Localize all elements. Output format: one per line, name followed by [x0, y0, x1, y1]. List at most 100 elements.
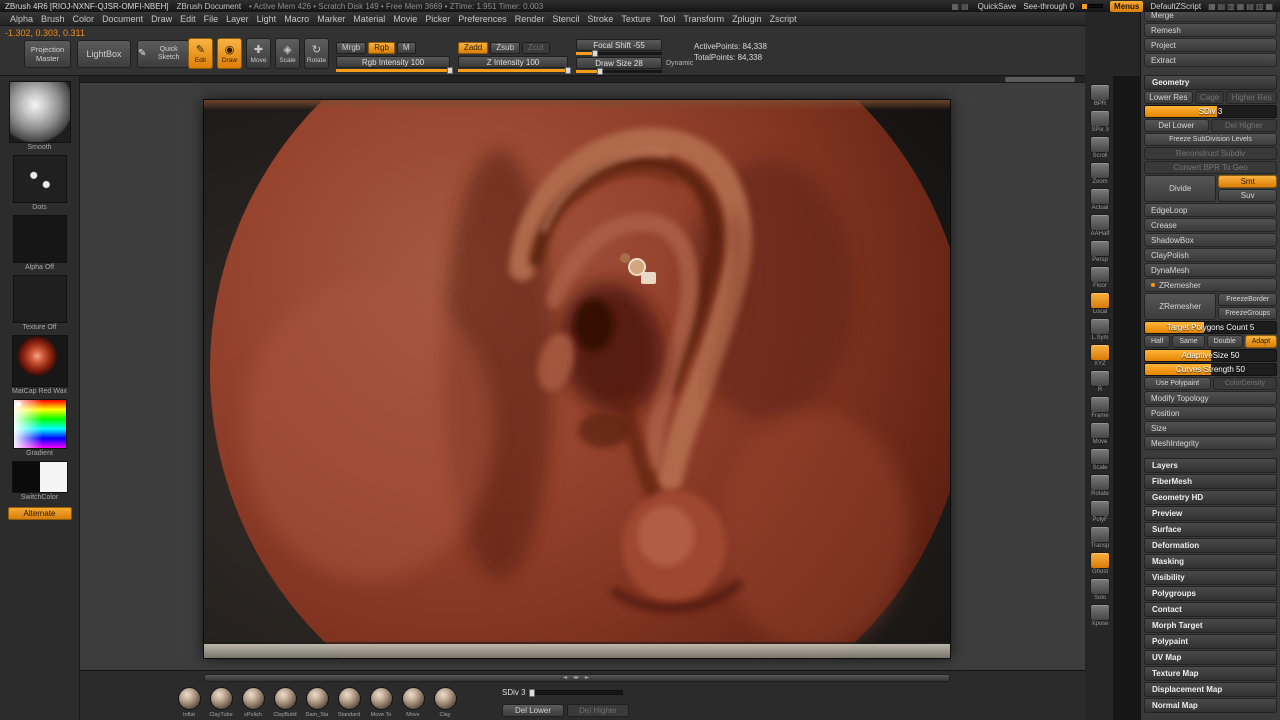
geometry-subgroup-header[interactable]: Size [1144, 421, 1277, 435]
menu-item[interactable]: Light [253, 14, 281, 24]
delete-level-button[interactable]: Del Higher [1210, 119, 1277, 132]
tool-subpalette-header[interactable]: UV Map [1144, 650, 1277, 665]
menu-item[interactable]: Movie [389, 14, 421, 24]
menu-item[interactable]: Zplugin [728, 14, 766, 24]
right-shelf-button[interactable]: Ghost [1090, 552, 1110, 576]
use-polypaint-toggle[interactable]: Use Polypaint [1144, 377, 1212, 390]
color-mode-button[interactable]: Rgb [368, 42, 395, 54]
freeze-border-toggle[interactable]: FreezeBorder [1218, 293, 1277, 306]
mode-button[interactable]: ↻ Rotate [304, 38, 329, 69]
geometry-subgroup-header[interactable]: ShadowBox [1144, 233, 1277, 247]
geometry-section-header[interactable]: Geometry [1144, 75, 1277, 90]
left-palette-item[interactable]: MatCap Red Wax [11, 335, 68, 395]
left-palette-item[interactable]: Dots [12, 155, 67, 211]
brush-shortcut[interactable]: ClayBuild [272, 687, 298, 718]
geometry-subgroup-header[interactable]: Crease [1144, 218, 1277, 232]
palette-thumbnail[interactable] [12, 215, 67, 263]
tool-subpalette-header[interactable]: Visibility [1144, 570, 1277, 585]
menu-item[interactable]: Render [511, 14, 549, 24]
tool-subpalette-header[interactable]: Normal Map [1144, 698, 1277, 713]
right-shelf-button[interactable]: PolyF [1090, 500, 1110, 524]
geometry-subgroup-header[interactable]: DynaMesh [1144, 263, 1277, 277]
sculpt-mode-button[interactable]: Zadd [458, 42, 489, 54]
adapt-button[interactable]: Half [1144, 335, 1171, 348]
menu-item[interactable]: Alpha [6, 14, 37, 24]
tool-subpalette-header[interactable]: Polygroups [1144, 586, 1277, 601]
focal-shift-handle[interactable] [591, 50, 598, 57]
mode-button[interactable]: ◈ Scale [275, 38, 300, 69]
palette-thumbnail[interactable] [12, 399, 67, 449]
quicksave-button[interactable]: QuickSave [978, 2, 1017, 11]
bottom-sdiv-slider[interactable] [528, 689, 623, 697]
menu-item[interactable]: Picker [421, 14, 454, 24]
tool-subpalette-header[interactable]: Layers [1144, 458, 1277, 473]
focal-shift-slider[interactable]: Focal Shift -55 [576, 39, 662, 57]
adapt-button[interactable]: Double [1206, 335, 1243, 348]
geometry-subgroup-header[interactable]: ClayPolish [1144, 248, 1277, 262]
projection-master-button[interactable]: Projection Master [24, 40, 71, 68]
right-shelf-button[interactable]: Scroll [1090, 136, 1110, 160]
delete-level-button[interactable]: Del Lower [1144, 119, 1209, 132]
right-shelf-button[interactable]: Rotate [1090, 474, 1110, 498]
brush-shortcut[interactable]: Standard [336, 687, 362, 718]
tool-subpalette-header[interactable]: FiberMesh [1144, 474, 1277, 489]
tool-subpalette-header[interactable]: Deformation [1144, 538, 1277, 553]
draw-size-slider[interactable]: Draw Size 28 [576, 57, 662, 75]
tool-subpalette-header[interactable]: Geometry HD [1144, 490, 1277, 505]
alternate-color-button[interactable]: Alternate [7, 507, 72, 520]
left-palette-item[interactable]: Gradient [12, 399, 67, 457]
target-polygons-slider[interactable]: Target Polygons Count 5 [1144, 321, 1277, 334]
tool-subpalette-header[interactable]: Contact [1144, 602, 1277, 617]
right-shelf-button[interactable]: XYZ [1090, 344, 1110, 368]
right-shelf-button[interactable]: BPR [1090, 84, 1110, 108]
right-shelf-button[interactable]: Solo [1090, 578, 1110, 602]
tool-subpalette-header[interactable]: Morph Target [1144, 618, 1277, 633]
curves-strength-slider[interactable]: Curves Strength 50 [1144, 363, 1277, 376]
menu-item[interactable]: Marker [313, 14, 349, 24]
geometry-subgroup-header[interactable]: MeshIntegrity [1144, 436, 1277, 450]
sculpt-mode-button[interactable]: Zsub [490, 42, 521, 54]
right-shelf-button[interactable]: Scale [1090, 448, 1110, 472]
subtool-group-header[interactable]: Project [1144, 38, 1277, 52]
right-shelf-button[interactable]: Xpose [1090, 604, 1110, 628]
lightbox-button[interactable]: LightBox [77, 40, 131, 68]
menu-item[interactable]: Brush [37, 14, 69, 24]
menu-item[interactable]: File [200, 14, 223, 24]
adapt-button[interactable]: Adapt [1244, 335, 1277, 348]
z-intensity-slider[interactable]: Z Intensity 100 [458, 56, 571, 74]
menu-item[interactable]: Macro [280, 14, 313, 24]
left-palette-item[interactable]: Smooth [8, 81, 71, 151]
right-shelf-button[interactable]: Frame [1090, 396, 1110, 420]
suv-toggle[interactable]: Suv [1218, 189, 1277, 202]
bottom-del-lower-button[interactable]: Del Lower [502, 704, 564, 717]
color-mode-button[interactable]: Mrgb [336, 42, 367, 54]
seethrough-slider[interactable] [1081, 4, 1104, 9]
palette-thumbnail[interactable] [12, 275, 67, 323]
tool-subpalette-header[interactable]: Displacement Map [1144, 682, 1277, 697]
right-shelf-button[interactable]: Local [1090, 292, 1110, 316]
left-palette-item[interactable]: Texture Off [12, 275, 67, 331]
right-shelf-button[interactable]: Transp [1090, 526, 1110, 550]
right-shelf-button[interactable]: Actual [1090, 188, 1110, 212]
subtool-group-header[interactable]: Remesh [1144, 23, 1277, 37]
titlebar-left-icons[interactable]: ▦▤ [952, 2, 971, 11]
color-mode-button[interactable]: M [396, 42, 416, 54]
geometry-subgroup-header[interactable]: EdgeLoop [1144, 203, 1277, 217]
menu-item[interactable]: Draw [147, 14, 176, 24]
tool-subpalette-header[interactable]: Polypaint [1144, 634, 1277, 649]
brush-shortcut[interactable]: sPolish [240, 687, 266, 718]
right-shelf-button[interactable]: SPix 3 [1090, 110, 1110, 134]
resolution-button[interactable]: Lower Res [1144, 91, 1193, 104]
draw-size-handle[interactable] [597, 68, 604, 75]
divide-button[interactable]: Divide [1144, 175, 1217, 202]
brush-shortcut[interactable]: ClayTube [208, 687, 234, 718]
rgb-intensity-handle[interactable] [447, 67, 453, 74]
subtool-group-header[interactable]: Extract [1144, 53, 1277, 67]
freeze-groups-toggle[interactable]: FreezeGroups [1218, 307, 1277, 320]
right-shelf-button[interactable]: AAHalf [1090, 214, 1110, 238]
tool-subpalette-header[interactable]: Preview [1144, 506, 1277, 521]
menu-item[interactable]: Stroke [583, 14, 617, 24]
right-shelf-button[interactable]: Persp [1090, 240, 1110, 264]
brush-shortcut[interactable]: Move To [368, 687, 394, 718]
right-shelf-button[interactable]: Floor [1090, 266, 1110, 290]
